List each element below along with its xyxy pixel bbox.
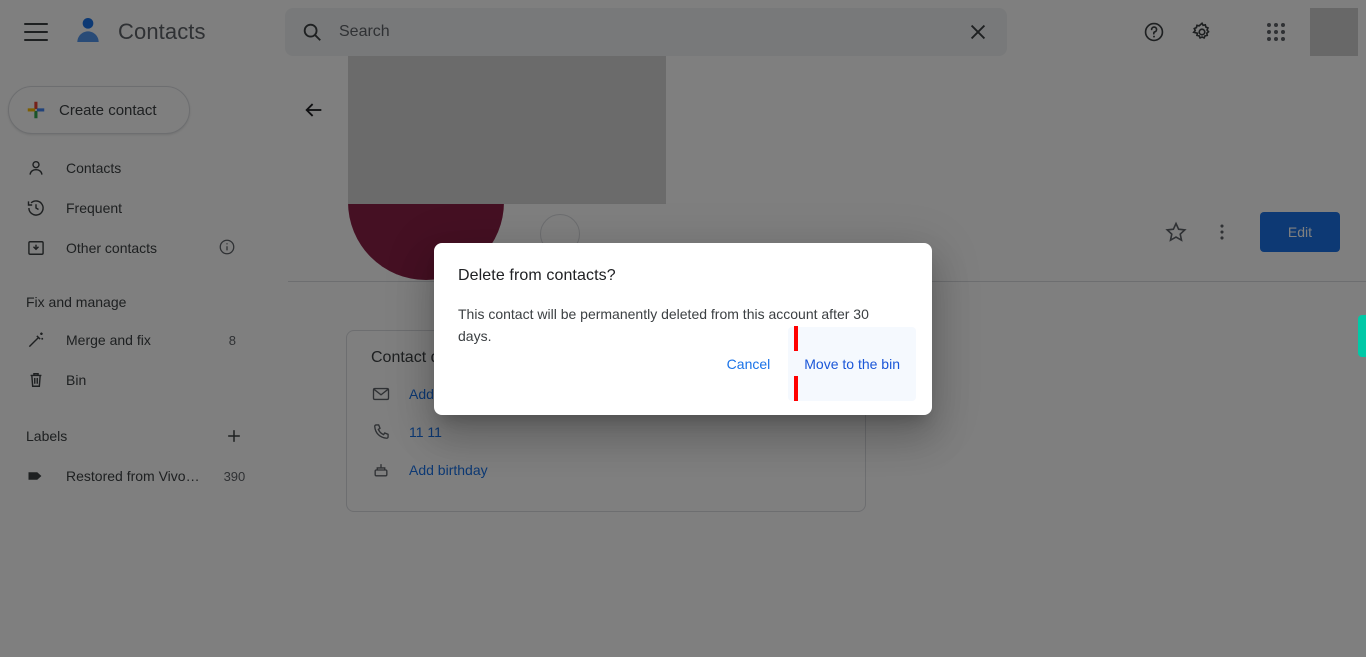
dialog-title: Delete from contacts? <box>458 267 616 284</box>
dialog-actions: Cancel Move to the bin <box>715 326 916 401</box>
confirm-button-wrapper: Move to the bin <box>788 326 916 401</box>
highlight-box: Move to the bin <box>794 326 910 401</box>
side-panel-handle[interactable] <box>1358 315 1366 357</box>
delete-confirmation-dialog: Delete from contacts? This contact will … <box>434 243 932 415</box>
cancel-button[interactable]: Cancel <box>715 346 783 382</box>
move-to-bin-button[interactable]: Move to the bin <box>794 348 910 380</box>
